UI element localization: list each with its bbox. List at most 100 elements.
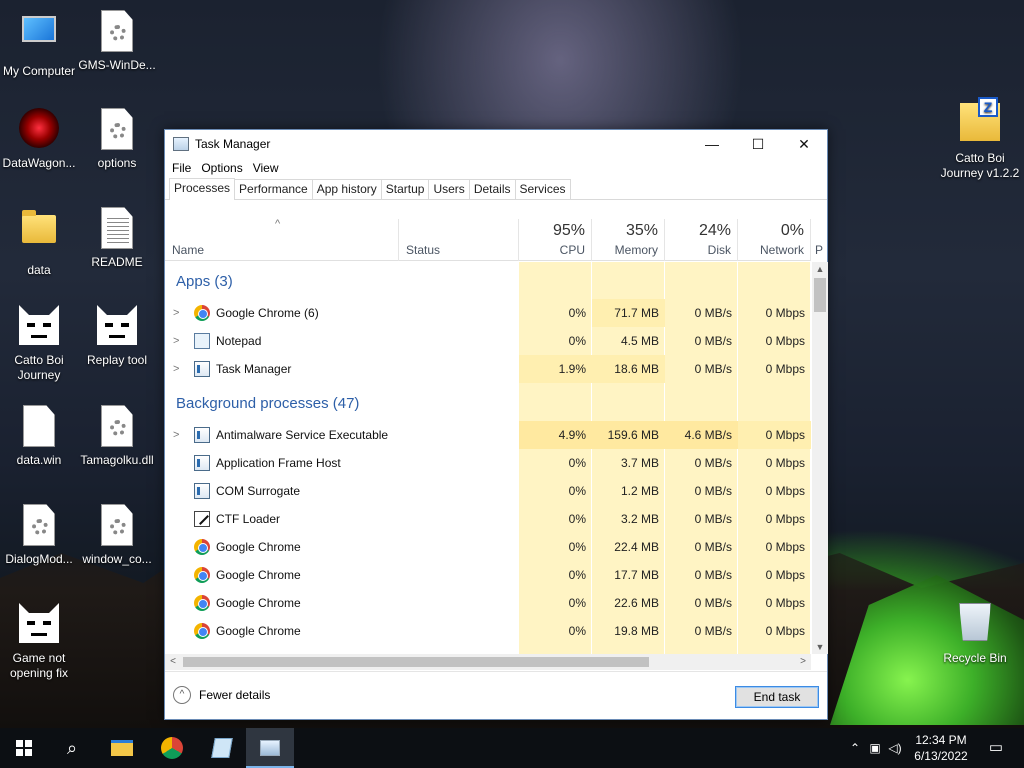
menu-view[interactable]: View — [248, 161, 284, 175]
chrome-icon — [194, 595, 210, 611]
tab-services[interactable]: Services — [514, 179, 571, 199]
show-hidden-icons-button[interactable]: ⌃ — [846, 728, 864, 768]
tab-users[interactable]: Users — [428, 179, 470, 199]
scroll-thumb[interactable] — [814, 278, 826, 312]
volume-icon[interactable]: ◁) — [886, 728, 904, 768]
expand-chevron-icon[interactable]: > — [173, 421, 179, 449]
settings-file-icon — [97, 108, 137, 152]
taskbar-file-explorer[interactable] — [98, 728, 146, 768]
tab-processes[interactable]: Processes — [169, 178, 236, 200]
expand-chevron-icon[interactable]: > — [173, 355, 179, 383]
desktop-icon-readme[interactable]: README — [78, 207, 156, 270]
expand-chevron-icon[interactable]: > — [173, 327, 179, 355]
tab-app-history[interactable]: App history — [311, 179, 382, 199]
app-icon — [194, 455, 210, 471]
task-manager-icon — [194, 361, 210, 377]
cat-icon — [97, 305, 137, 349]
start-button[interactable] — [0, 728, 48, 768]
vertical-scrollbar[interactable]: ▲ ▼ — [812, 262, 828, 654]
search-button[interactable]: ⌕ — [48, 728, 96, 768]
process-row[interactable]: > Google Chrome (6) 0% 71.7 MB 0 MB/s 0 … — [165, 299, 811, 327]
cat-icon — [19, 603, 59, 647]
network-icon[interactable]: ▣ — [866, 728, 884, 768]
column-status[interactable]: Status — [399, 219, 519, 261]
blank-file-icon — [19, 405, 59, 449]
process-row[interactable]: > Notepad 0% 4.5 MB 0 MB/s 0 Mbps — [165, 327, 811, 355]
column-power[interactable]: P — [811, 219, 825, 261]
process-row[interactable]: Google Chrome 0% 19.8 MB 0 MB/s 0 Mbps — [165, 617, 811, 645]
chevron-up-icon: ^ — [173, 686, 191, 704]
process-row[interactable]: Application Frame Host 0% 3.7 MB 0 MB/s … — [165, 449, 811, 477]
folder-icon — [19, 210, 59, 259]
service-icon — [194, 427, 210, 443]
clock[interactable]: 12:34 PM 6/13/2022 — [906, 728, 976, 768]
search-icon: ⌕ — [66, 738, 78, 758]
desktop-icon-tamagolku-dll[interactable]: Tamagolku.dll — [78, 405, 156, 468]
desktop-icon-label: Replay tool — [86, 353, 148, 367]
taskbar-chrome[interactable] — [148, 728, 196, 768]
desktop-icon-label: Tamagolku.dll — [80, 453, 154, 467]
desktop-icon-label: Catto Boi Journey v1.2.2 — [940, 151, 1020, 180]
desktop-icon-label: Recycle Bin — [943, 651, 1007, 665]
tab-details[interactable]: Details — [468, 179, 516, 199]
process-row[interactable]: CTF Loader 0% 3.2 MB 0 MB/s 0 Mbps — [165, 505, 811, 533]
menu-options[interactable]: Options — [196, 161, 247, 175]
desktop-icon-dialogmod[interactable]: DialogMod... — [0, 504, 78, 567]
scroll-down-icon[interactable]: ▼ — [812, 640, 828, 654]
desktop-icon-game-not-opening-fix[interactable]: Game not opening fix — [0, 603, 78, 681]
notepad-icon — [194, 333, 210, 349]
process-row[interactable]: Google Chrome 0% 22.4 MB 0 MB/s 0 Mbps — [165, 533, 811, 561]
horizontal-scrollbar[interactable]: < > — [165, 654, 811, 670]
notification-icon: ▭ — [988, 739, 1004, 756]
scroll-right-icon[interactable]: > — [795, 654, 811, 670]
fewer-details-button[interactable]: ^ Fewer details — [173, 686, 270, 704]
process-row[interactable]: Google Chrome 0% 17.7 MB 0 MB/s 0 Mbps — [165, 561, 811, 589]
expand-chevron-icon[interactable]: > — [173, 299, 179, 327]
tab-performance[interactable]: Performance — [234, 179, 313, 199]
taskbar-notepad[interactable] — [198, 728, 246, 768]
footer: ^ Fewer details End task — [165, 671, 827, 719]
scroll-up-icon[interactable]: ▲ — [812, 262, 828, 276]
desktop-icon-gms-winde[interactable]: GMS-WinDe... — [78, 10, 156, 73]
process-row[interactable]: > Task Manager 1.9% 18.6 MB 0 MB/s 0 Mbp… — [165, 355, 811, 383]
process-row[interactable]: COM Surrogate 0% 1.2 MB 0 MB/s 0 Mbps — [165, 477, 811, 505]
group-header-apps[interactable]: Apps (3) — [165, 268, 811, 296]
column-name[interactable]: ^ Name — [165, 218, 399, 261]
desktop-icon-window-co[interactable]: window_co... — [78, 504, 156, 567]
task-manager-window[interactable]: Task Manager — ☐ ✕ File Options View Pro… — [164, 129, 828, 720]
settings-file-icon — [97, 504, 137, 548]
desktop-icon-catto-boi-journey-zip[interactable]: Z Catto Boi Journey v1.2.2 — [936, 97, 1024, 181]
desktop-icon-options[interactable]: options — [78, 108, 156, 171]
desktop-icon-catto-boi-journey[interactable]: Catto Boi Journey — [0, 305, 78, 383]
menu-bar: File Options View — [165, 158, 827, 178]
menu-file[interactable]: File — [167, 161, 196, 175]
chrome-icon — [194, 305, 210, 321]
desktop-icon-label: options — [97, 156, 137, 170]
minimize-button[interactable]: — — [689, 130, 735, 158]
column-network[interactable]: 0% Network — [738, 219, 811, 261]
desktop-icon-my-computer[interactable]: My Computer — [0, 10, 78, 79]
desktop-icon-datawagon[interactable]: DataWagon... — [0, 108, 78, 171]
title-bar[interactable]: Task Manager — ☐ ✕ — [165, 130, 827, 158]
end-task-button[interactable]: End task — [735, 686, 819, 708]
process-row[interactable]: > Antimalware Service Executable 4.9% 15… — [165, 421, 811, 449]
desktop-icon-recycle-bin[interactable]: Recycle Bin — [936, 603, 1014, 666]
chrome-icon — [194, 623, 210, 639]
notifications-button[interactable]: ▭ — [984, 728, 1008, 768]
desktop-icon-data-win[interactable]: data.win — [0, 405, 78, 468]
column-cpu[interactable]: 95% CPU — [519, 219, 592, 261]
scroll-thumb[interactable] — [183, 657, 649, 667]
tab-startup[interactable]: Startup — [380, 179, 430, 199]
desktop-icon-data[interactable]: data — [0, 207, 78, 278]
group-header-background[interactable]: Background processes (47) — [165, 390, 811, 418]
text-file-icon — [97, 207, 137, 251]
scroll-left-icon[interactable]: < — [165, 654, 181, 670]
desktop-icon-replay-tool[interactable]: Replay tool — [78, 305, 156, 368]
process-row[interactable]: Google Chrome 0% 22.6 MB 0 MB/s 0 Mbps — [165, 589, 811, 617]
column-disk[interactable]: 24% Disk — [665, 219, 738, 261]
close-button[interactable]: ✕ — [781, 130, 827, 158]
taskbar-task-manager[interactable] — [246, 728, 294, 768]
clock-time: 12:34 PM — [915, 733, 967, 747]
maximize-button[interactable]: ☐ — [735, 130, 781, 158]
column-memory[interactable]: 35% Memory — [592, 219, 665, 261]
